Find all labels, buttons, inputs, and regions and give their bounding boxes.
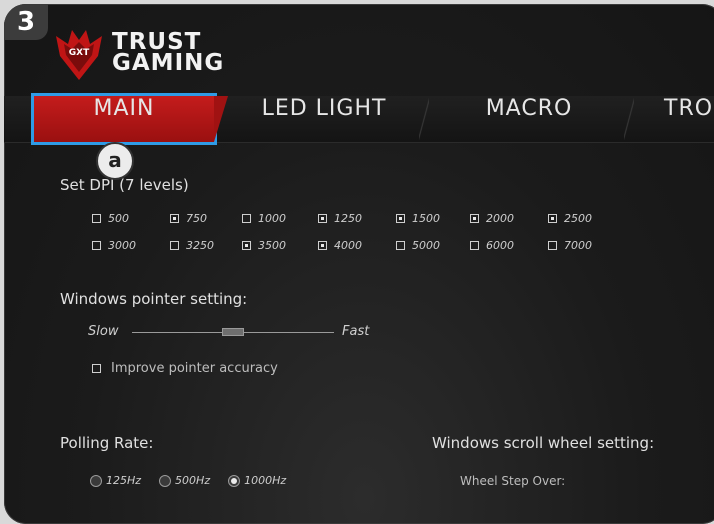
dpi-label: 3250 bbox=[186, 239, 214, 252]
gxt-logo-icon: GXT bbox=[56, 30, 102, 80]
dpi-option-2000[interactable]: 2000 bbox=[470, 212, 514, 225]
polling-radio[interactable] bbox=[90, 474, 102, 487]
fast-label: Fast bbox=[342, 324, 370, 339]
pointer-title: Windows pointer setting: bbox=[60, 290, 248, 308]
dpi-checkbox[interactable] bbox=[242, 214, 251, 223]
dpi-label: 3000 bbox=[108, 239, 136, 252]
dpi-option-1000[interactable]: 1000 bbox=[242, 212, 286, 225]
dpi-label: 1500 bbox=[412, 212, 440, 225]
dpi-checkbox[interactable] bbox=[170, 241, 179, 250]
dpi-label: 1000 bbox=[258, 212, 286, 225]
step-marker-badge: a bbox=[96, 142, 134, 180]
polling-option-500Hz[interactable]: 500Hz bbox=[159, 474, 210, 487]
step-badge: 3 bbox=[4, 4, 48, 40]
dpi-option-500[interactable]: 500 bbox=[92, 212, 129, 225]
tab-macro[interactable]: MACRO bbox=[434, 96, 634, 142]
dpi-checkbox[interactable] bbox=[318, 241, 327, 250]
dpi-label: 6000 bbox=[486, 239, 514, 252]
dpi-checkbox[interactable] bbox=[548, 241, 557, 250]
wheel-step-over-label: Wheel Step Over: bbox=[460, 474, 566, 488]
dpi-checkbox[interactable] bbox=[242, 241, 251, 250]
dpi-option-3500[interactable]: 3500 bbox=[242, 239, 286, 252]
polling-label: 1000Hz bbox=[244, 474, 287, 487]
dpi-label: 3500 bbox=[258, 239, 286, 252]
logo-wordmark: TRUST GAMING bbox=[112, 31, 225, 76]
dpi-checkbox[interactable] bbox=[396, 241, 405, 250]
dpi-checkbox[interactable] bbox=[318, 214, 327, 223]
slider-thumb[interactable] bbox=[222, 328, 244, 336]
dpi-option-7000[interactable]: 7000 bbox=[548, 239, 592, 252]
slow-label: Slow bbox=[88, 324, 119, 339]
dpi-label: 750 bbox=[186, 212, 207, 225]
dpi-label: 2000 bbox=[486, 212, 514, 225]
polling-label: 500Hz bbox=[175, 474, 211, 487]
dpi-checkbox[interactable] bbox=[92, 214, 101, 223]
tab-bar: MAIN LED LIGHT MACRO TRO bbox=[4, 93, 714, 145]
pointer-accuracy-option[interactable]: Improve pointer accuracy bbox=[92, 361, 278, 376]
svg-text:GXT: GXT bbox=[69, 48, 90, 58]
dpi-checkbox[interactable] bbox=[470, 214, 479, 223]
polling-radio[interactable] bbox=[159, 474, 172, 487]
dpi-option-1500[interactable]: 1500 bbox=[396, 212, 440, 225]
dpi-checkbox[interactable] bbox=[548, 214, 557, 223]
dpi-option-2500[interactable]: 2500 bbox=[548, 212, 592, 225]
dpi-checkbox[interactable] bbox=[170, 214, 179, 223]
scroll-title: Windows scroll wheel setting: bbox=[432, 434, 655, 452]
pointer-accuracy-label: Improve pointer accuracy bbox=[111, 361, 278, 376]
tab-led-light[interactable]: LED LIGHT bbox=[229, 96, 429, 142]
dpi-option-6000[interactable]: 6000 bbox=[470, 239, 514, 252]
polling-radio[interactable] bbox=[228, 474, 241, 487]
dpi-option-4000[interactable]: 4000 bbox=[318, 239, 362, 252]
tab-tro[interactable]: TRO bbox=[664, 96, 714, 142]
tab-main[interactable]: MAIN bbox=[31, 93, 228, 145]
dpi-label: 4000 bbox=[334, 239, 362, 252]
dpi-checkbox[interactable] bbox=[470, 241, 479, 250]
dpi-checkbox[interactable] bbox=[396, 214, 405, 223]
dpi-label: 5000 bbox=[412, 239, 440, 252]
dpi-label: 1250 bbox=[334, 212, 362, 225]
polling-option-1000Hz[interactable]: 1000Hz bbox=[228, 474, 286, 487]
dpi-option-1250[interactable]: 1250 bbox=[318, 212, 362, 225]
dpi-option-5000[interactable]: 5000 bbox=[396, 239, 440, 252]
polling-rate-options: 125Hz 500Hz 1000Hz bbox=[90, 474, 286, 487]
dpi-checkbox[interactable] bbox=[92, 241, 101, 250]
dpi-label: 2500 bbox=[564, 212, 592, 225]
polling-option-125Hz[interactable]: 125Hz bbox=[90, 474, 141, 487]
dpi-option-750[interactable]: 750 bbox=[170, 212, 207, 225]
polling-title: Polling Rate: bbox=[60, 434, 154, 452]
dpi-option-3000[interactable]: 3000 bbox=[92, 239, 136, 252]
dpi-label: 500 bbox=[108, 212, 129, 225]
logo-line-2: GAMING bbox=[112, 50, 225, 76]
pointer-speed-slider[interactable]: Slow Fast bbox=[88, 322, 388, 342]
dpi-title: Set DPI (7 levels) bbox=[60, 176, 189, 194]
pointer-accuracy-checkbox[interactable] bbox=[92, 364, 101, 373]
polling-label: 125Hz bbox=[106, 474, 142, 487]
dpi-label: 7000 bbox=[564, 239, 592, 252]
dpi-option-3250[interactable]: 3250 bbox=[170, 239, 214, 252]
